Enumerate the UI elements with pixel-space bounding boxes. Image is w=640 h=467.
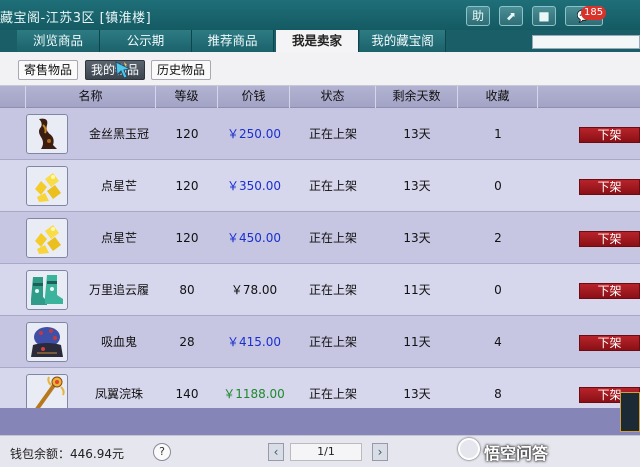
item-status: 正在上架 (308, 179, 357, 193)
delist-button[interactable]: 下架 (579, 127, 640, 143)
next-page-button[interactable]: › (372, 443, 388, 461)
delist-button[interactable]: 下架 (579, 179, 640, 195)
boots-icon[interactable] (26, 270, 68, 310)
crown-icon[interactable] (26, 114, 68, 154)
item-price: ￥350.00 (227, 179, 281, 193)
header-days-left: 剩余天数 (376, 86, 458, 108)
header-status: 状态 (290, 86, 376, 108)
item-price: ￥78.00 (230, 283, 278, 297)
item-price: ￥415.00 (227, 335, 281, 349)
search-input[interactable] (532, 35, 640, 49)
item-name: 点星芒 (100, 179, 137, 193)
tab-browse[interactable]: 浏览商品 (17, 30, 100, 52)
gold-ore-icon[interactable] (26, 166, 68, 206)
header-name: 名称 (26, 86, 156, 108)
prev-page-button[interactable]: ‹ (268, 443, 284, 461)
table-row: 万里追云履 80 ￥78.00 正在上架 11天 0 下架 (0, 264, 640, 316)
message-count-badge: 185 (581, 6, 607, 20)
item-price: ￥450.00 (227, 231, 281, 245)
stop-icon[interactable]: ■ (532, 6, 556, 26)
item-days-left: 11天 (403, 335, 431, 349)
item-level: 80 (179, 283, 195, 297)
item-favorites: 2 (494, 231, 502, 245)
help-icon[interactable]: 助 (466, 6, 490, 26)
item-favorites: 1 (494, 127, 502, 141)
title-bar: 藏宝阁-江苏3区 [镇淮楼] 助 ⬈ ■ 💬 185 (0, 0, 640, 30)
sub-tabs: 寄售物品 我的物品 历史物品 (0, 52, 640, 86)
item-days-left: 11天 (403, 283, 431, 297)
item-days-left: 13天 (403, 231, 431, 245)
delist-button[interactable]: 下架 (579, 231, 640, 247)
table-row: 点星芒 120 ￥450.00 正在上架 13天 2 下架 (0, 212, 640, 264)
item-table: 名称 等级 价钱 状态 剩余天数 收藏 金丝黑玉冠 120 ￥250.00 正在… (0, 86, 640, 420)
table-empty-area (0, 408, 640, 436)
page-indicator: 1/1 (290, 443, 362, 461)
watermark-text: 悟空问答 (484, 444, 549, 463)
item-name: 金丝黑玉冠 (88, 127, 149, 141)
item-favorites: 0 (494, 179, 502, 193)
table-header: 名称 等级 价钱 状态 剩余天数 收藏 (0, 86, 640, 108)
table-row: 吸血鬼 28 ￥415.00 正在上架 11天 4 下架 (0, 316, 640, 368)
item-status: 正在上架 (308, 283, 357, 297)
subtab-history[interactable]: 历史物品 (151, 60, 211, 80)
tab-seller[interactable]: 我是卖家 (276, 30, 359, 52)
table-row: 点星芒 120 ￥350.00 正在上架 13天 0 下架 (0, 160, 640, 212)
watermark-logo-icon (458, 438, 480, 460)
item-status: 正在上架 (308, 335, 357, 349)
window-title: 藏宝阁-江苏3区 [镇淮楼] (0, 11, 152, 26)
table-row: 金丝黑玉冠 120 ￥250.00 正在上架 13天 1 下架 (0, 108, 640, 160)
help-button[interactable]: ? (153, 443, 171, 461)
tab-public-notice[interactable]: 公示期 (100, 30, 192, 52)
item-days-left: 13天 (403, 179, 431, 193)
tab-recommended[interactable]: 推荐商品 (192, 30, 274, 52)
header-price: 价钱 (218, 86, 290, 108)
wallet-balance: 钱包余额：446.94元 (10, 447, 124, 461)
treasure-pavilion-window: 藏宝阁-江苏3区 [镇淮楼] 助 ⬈ ■ 💬 185 浏览商品 公示期 推荐商品… (0, 0, 640, 467)
vampire-icon[interactable] (26, 322, 68, 362)
item-status: 正在上架 (308, 231, 357, 245)
subtab-consignment[interactable]: 寄售物品 (18, 60, 78, 80)
tab-my-pavilion[interactable]: 我的藏宝阁 (360, 30, 446, 52)
item-level: 120 (175, 231, 199, 245)
item-name: 点星芒 (100, 231, 137, 245)
gold-ore-icon[interactable] (26, 218, 68, 258)
item-days-left: 13天 (403, 127, 431, 141)
header-level: 等级 (156, 86, 218, 108)
item-level: 120 (175, 127, 199, 141)
item-name: 吸血鬼 (100, 335, 137, 349)
item-favorites: 4 (494, 335, 502, 349)
item-favorites: 0 (494, 283, 502, 297)
item-level: 120 (175, 179, 199, 193)
delist-button[interactable]: 下架 (579, 283, 640, 299)
share-icon[interactable]: ⬈ (499, 6, 523, 26)
item-level: 28 (179, 335, 195, 349)
item-price: ￥250.00 (227, 127, 281, 141)
header-spacer (0, 86, 26, 108)
delist-button[interactable]: 下架 (579, 335, 640, 351)
header-favorites: 收藏 (458, 86, 538, 108)
mouse-cursor-icon (115, 61, 132, 79)
side-panel-icon[interactable] (620, 392, 640, 432)
item-name: 万里追云履 (88, 283, 149, 297)
item-status: 正在上架 (308, 127, 357, 141)
